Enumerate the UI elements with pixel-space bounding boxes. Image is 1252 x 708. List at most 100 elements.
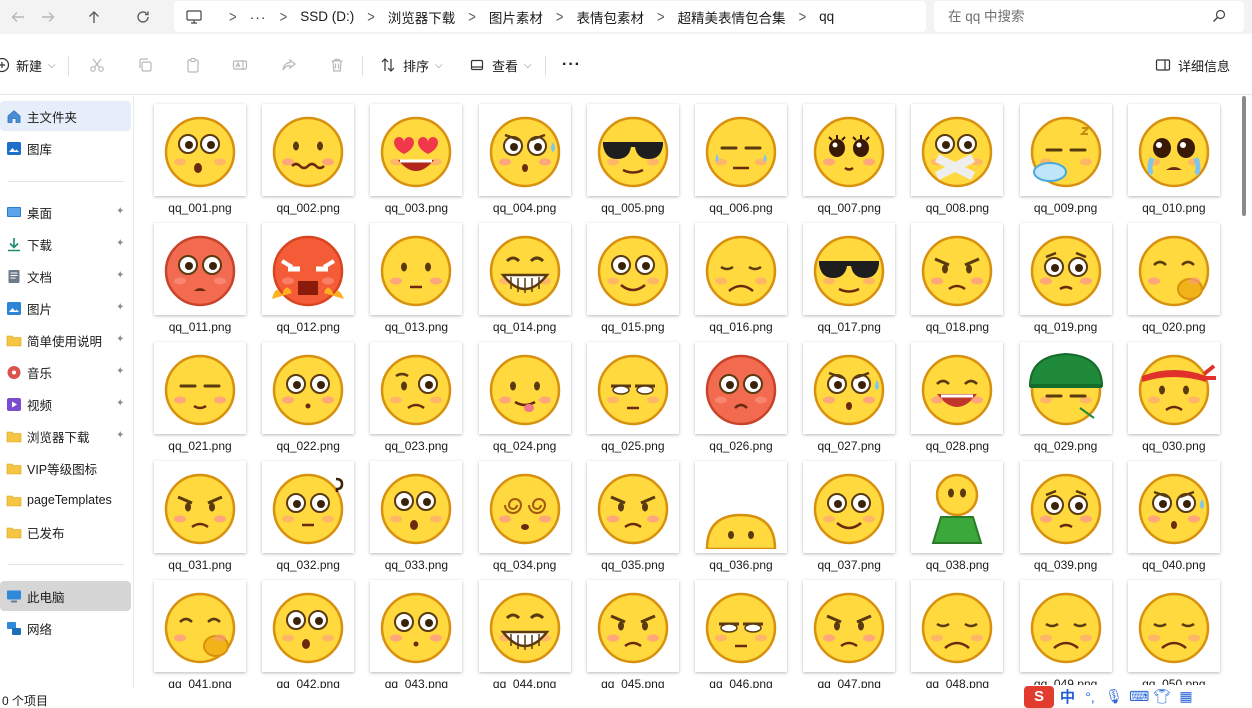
file-tile[interactable]: qq_035.png — [583, 453, 683, 572]
sidebar-item-videos[interactable]: 视频 ✦ — [0, 389, 131, 419]
file-tile[interactable]: qq_043.png — [366, 572, 466, 688]
sidebar-item-folder[interactable]: 简单使用说明 ✦ — [0, 325, 131, 355]
file-tile[interactable]: qq_009.png — [1016, 96, 1116, 215]
sidebar-item-home[interactable]: 主文件夹 — [0, 101, 131, 131]
file-tile[interactable]: qq_030.png — [1124, 334, 1224, 453]
breadcrumb[interactable]: > ··· > SSD (D:) > 浏览器下载 > 图片素材 > 表情包素材 … — [174, 1, 926, 32]
vertical-scrollbar[interactable] — [1242, 96, 1246, 216]
file-tile[interactable]: qq_006.png — [691, 96, 791, 215]
file-tile[interactable]: qq_047.png — [799, 572, 899, 688]
sidebar-item-gallery[interactable]: 图库 — [0, 133, 131, 163]
file-tile[interactable]: qq_050.png — [1124, 572, 1224, 688]
sidebar-item-this-pc[interactable]: 此电脑 — [0, 581, 131, 611]
file-tile[interactable]: qq_003.png — [366, 96, 466, 215]
file-tile[interactable]: qq_008.png — [907, 96, 1007, 215]
file-tile[interactable]: qq_012.png — [258, 215, 358, 334]
breadcrumb-item[interactable]: 图片素材 — [489, 7, 543, 27]
file-tile[interactable]: qq_034.png — [475, 453, 575, 572]
details-pane-button[interactable]: 详细信息 — [1155, 54, 1230, 76]
pin-icon[interactable]: ✦ — [116, 430, 125, 441]
share-button[interactable] — [281, 54, 297, 76]
file-tile[interactable]: qq_031.png — [150, 453, 250, 572]
search-input[interactable] — [948, 9, 1208, 24]
file-tile[interactable]: qq_033.png — [366, 453, 466, 572]
back-button[interactable] — [4, 4, 32, 30]
file-tile[interactable]: qq_017.png — [799, 215, 899, 334]
file-tile[interactable]: qq_024.png — [475, 334, 575, 453]
sort-button[interactable]: 排序 ⌵ — [380, 54, 443, 76]
file-tile[interactable]: qq_048.png — [907, 572, 1007, 688]
file-tile[interactable]: qq_001.png — [150, 96, 250, 215]
copy-button[interactable] — [137, 54, 153, 76]
up-button[interactable] — [80, 4, 108, 30]
file-tile[interactable]: qq_010.png — [1124, 96, 1224, 215]
file-tile[interactable]: qq_041.png — [150, 572, 250, 688]
file-tile[interactable]: qq_014.png — [475, 215, 575, 334]
search-icon[interactable] — [1212, 9, 1226, 23]
search-box[interactable] — [934, 1, 1244, 32]
forward-button[interactable] — [34, 4, 62, 30]
file-tile[interactable]: qq_023.png — [366, 334, 466, 453]
view-button[interactable]: 查看 ⌵ — [469, 54, 532, 76]
sidebar-item-folder[interactable]: VIP等级图标 — [0, 453, 131, 483]
breadcrumb-item[interactable]: 超精美表情包合集 — [678, 7, 786, 27]
file-tile[interactable]: qq_015.png — [583, 215, 683, 334]
ime-language-toggle[interactable]: 中 — [1060, 686, 1075, 707]
file-tile[interactable]: qq_037.png — [799, 453, 899, 572]
file-tile[interactable]: qq_016.png — [691, 215, 791, 334]
file-tile[interactable]: qq_039.png — [1016, 453, 1116, 572]
punctuation-icon[interactable]: °, — [1081, 689, 1099, 705]
file-tile[interactable]: qq_038.png — [907, 453, 1007, 572]
sidebar-item-folder[interactable]: pageTemplates — [0, 485, 131, 515]
file-tile[interactable]: qq_007.png — [799, 96, 899, 215]
file-tile[interactable]: qq_020.png — [1124, 215, 1224, 334]
file-tile[interactable]: qq_040.png — [1124, 453, 1224, 572]
file-tile[interactable]: qq_049.png — [1016, 572, 1116, 688]
file-tile[interactable]: qq_011.png — [150, 215, 250, 334]
sidebar-item-folder[interactable]: 浏览器下载 ✦ — [0, 421, 131, 451]
pin-icon[interactable]: ✦ — [116, 270, 125, 281]
new-button[interactable]: 新建 ⌵ — [0, 54, 56, 76]
pin-icon[interactable]: ✦ — [116, 398, 125, 409]
file-tile[interactable]: qq_027.png — [799, 334, 899, 453]
more-options-button[interactable]: ··· — [562, 54, 581, 76]
file-tile[interactable]: qq_019.png — [1016, 215, 1116, 334]
refresh-button[interactable] — [129, 4, 157, 30]
sidebar-item-documents[interactable]: 文档 ✦ — [0, 261, 131, 291]
file-tile[interactable]: qq_005.png — [583, 96, 683, 215]
breadcrumb-item-current[interactable]: qq — [819, 9, 834, 24]
file-tile[interactable]: qq_013.png — [366, 215, 466, 334]
microphone-icon[interactable]: 🎙︎ — [1105, 688, 1123, 705]
file-tile[interactable]: qq_004.png — [475, 96, 575, 215]
paste-button[interactable] — [185, 54, 201, 76]
pin-icon[interactable]: ✦ — [116, 366, 125, 377]
file-tile[interactable]: qq_021.png — [150, 334, 250, 453]
file-tile[interactable]: qq_032.png — [258, 453, 358, 572]
sidebar-item-downloads[interactable]: 下载 ✦ — [0, 229, 131, 259]
file-tile[interactable]: qq_028.png — [907, 334, 1007, 453]
sidebar-item-folder[interactable]: 已发布 — [0, 517, 131, 547]
sidebar-item-pictures[interactable]: 图片 ✦ — [0, 293, 131, 323]
sidebar-item-network[interactable]: 网络 — [0, 613, 131, 643]
breadcrumb-overflow[interactable]: ··· — [250, 9, 267, 25]
pin-icon[interactable]: ✦ — [116, 334, 125, 345]
keyboard-icon[interactable]: ⌨︎ — [1129, 688, 1149, 705]
file-tile[interactable]: qq_018.png — [907, 215, 1007, 334]
file-tile[interactable]: qq_029.png — [1016, 334, 1116, 453]
pin-icon[interactable]: ✦ — [116, 206, 125, 217]
skin-icon[interactable]: 👕︎ — [1153, 688, 1171, 705]
breadcrumb-item[interactable]: 表情包素材 — [576, 7, 644, 27]
file-tile[interactable]: qq_025.png — [583, 334, 683, 453]
ime-logo[interactable]: S — [1024, 685, 1054, 708]
pin-icon[interactable]: ✦ — [116, 238, 125, 249]
breadcrumb-item[interactable]: SSD (D:) — [300, 9, 354, 24]
pin-icon[interactable]: ✦ — [116, 302, 125, 313]
file-tile[interactable]: qq_042.png — [258, 572, 358, 688]
cut-button[interactable] — [89, 54, 105, 76]
breadcrumb-item[interactable]: 浏览器下载 — [388, 7, 456, 27]
file-tile[interactable]: qq_026.png — [691, 334, 791, 453]
file-tile[interactable]: qq_022.png — [258, 334, 358, 453]
rename-button[interactable] — [232, 54, 248, 76]
file-tile[interactable]: qq_046.png — [691, 572, 791, 688]
delete-button[interactable] — [329, 54, 345, 76]
